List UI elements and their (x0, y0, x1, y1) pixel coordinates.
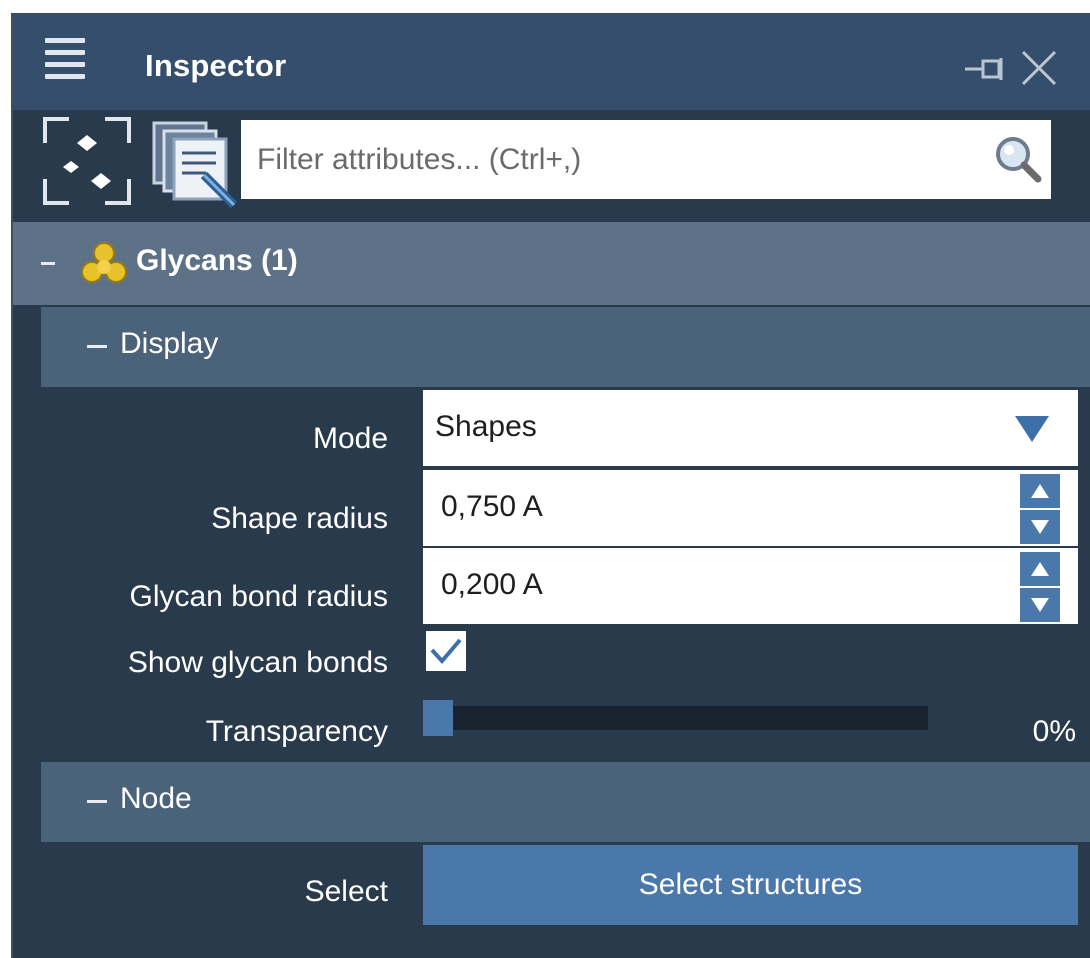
shape-radius-decrement-button[interactable] (1020, 510, 1060, 544)
bond-radius-increment-button[interactable] (1020, 552, 1060, 586)
bond-radius-value: 0,200 A (441, 568, 543, 601)
arrow-down-icon (1031, 520, 1049, 534)
arrow-down-icon (1031, 598, 1049, 612)
mode-value: Shapes (435, 410, 537, 443)
glycans-section-header[interactable]: Glycans (1) (13, 222, 1090, 305)
pin-icon[interactable] (963, 55, 1007, 83)
arrow-up-icon (1031, 484, 1049, 498)
checkmark-icon (430, 638, 462, 665)
panel-title: Inspector (145, 48, 287, 83)
arrow-up-icon (1031, 562, 1049, 576)
select-label: Select (304, 875, 388, 908)
show-bonds-label: Show glycan bonds (127, 646, 388, 679)
selection-focus-icon[interactable] (39, 113, 135, 209)
transparency-value: 0% (1032, 715, 1076, 748)
node-section-header[interactable]: Node (41, 762, 1090, 842)
close-icon[interactable] (1017, 46, 1061, 90)
shape-radius-value: 0,750 A (441, 490, 543, 523)
filter-field[interactable] (241, 120, 1051, 199)
transparency-label: Transparency (205, 715, 388, 748)
node-section-label: Node (120, 782, 192, 815)
shape-radius-label: Shape radius (211, 502, 388, 535)
glycans-section-label: Glycans (1) (136, 244, 298, 277)
attribute-pages-icon[interactable] (150, 117, 242, 209)
transparency-slider[interactable] (423, 700, 928, 736)
transparency-slider-thumb[interactable] (423, 700, 453, 736)
select-structures-button[interactable]: Select structures (423, 845, 1078, 925)
title-bar: Inspector (13, 13, 1090, 110)
menu-icon[interactable] (41, 35, 89, 85)
collapse-node-icon[interactable] (87, 800, 107, 803)
mode-dropdown[interactable]: Shapes (423, 390, 1078, 466)
display-section-header[interactable]: Display (41, 307, 1090, 387)
shape-radius-increment-button[interactable] (1020, 474, 1060, 508)
collapse-display-icon[interactable] (87, 345, 107, 348)
bond-radius-field[interactable]: 0,200 A (423, 548, 1078, 624)
filter-input[interactable] (257, 120, 957, 199)
bond-radius-decrement-button[interactable] (1020, 588, 1060, 622)
show-bonds-checkbox[interactable] (426, 631, 466, 671)
display-section-label: Display (120, 327, 219, 360)
mode-label: Mode (312, 422, 388, 455)
shape-radius-field[interactable]: 0,750 A (423, 470, 1078, 546)
bond-radius-label: Glycan bond radius (129, 580, 389, 613)
chevron-down-icon[interactable] (1015, 416, 1049, 442)
inspector-panel: Inspector Filter attributes... (Ctrl+,) … (11, 13, 1090, 958)
glycan-icon (81, 242, 127, 283)
search-icon[interactable] (993, 134, 1043, 184)
collapse-glycans-icon[interactable] (41, 262, 55, 265)
